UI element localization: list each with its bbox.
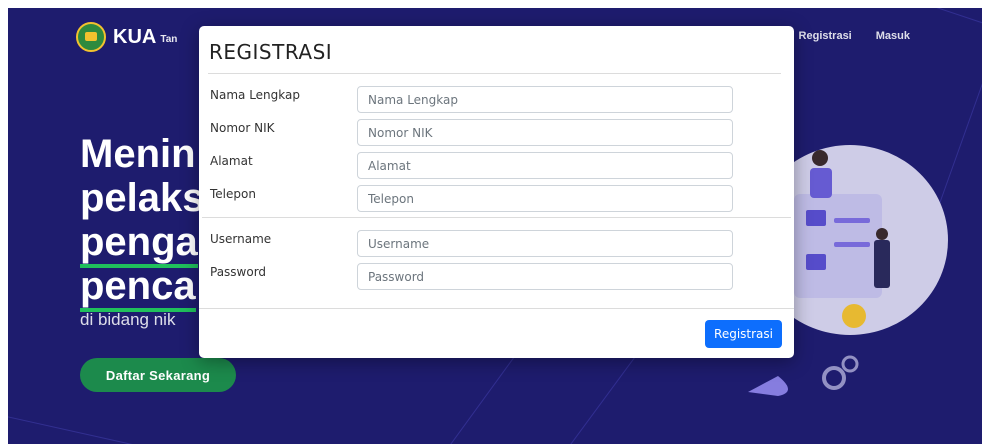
nama-lengkap-input[interactable]: [357, 86, 733, 113]
title-divider: [208, 73, 781, 74]
section-divider: [202, 217, 791, 218]
password-input[interactable]: [357, 263, 733, 290]
label-alamat: Alamat: [210, 154, 253, 168]
alamat-input[interactable]: [357, 152, 733, 179]
registrasi-submit-button[interactable]: Registrasi: [705, 320, 782, 348]
username-input[interactable]: [357, 230, 733, 257]
registration-modal: REGISTRASI Nama Lengkap Nomor NIK Alamat…: [199, 26, 794, 358]
label-nama-lengkap: Nama Lengkap: [210, 88, 300, 102]
label-telepon: Telepon: [210, 187, 256, 201]
nomor-nik-input[interactable]: [357, 119, 733, 146]
label-username: Username: [210, 232, 272, 246]
telepon-input[interactable]: [357, 185, 733, 212]
modal-title: REGISTRASI: [209, 40, 333, 64]
label-nomor-nik: Nomor NIK: [210, 121, 275, 135]
label-password: Password: [210, 265, 267, 279]
footer-divider: [199, 308, 794, 309]
